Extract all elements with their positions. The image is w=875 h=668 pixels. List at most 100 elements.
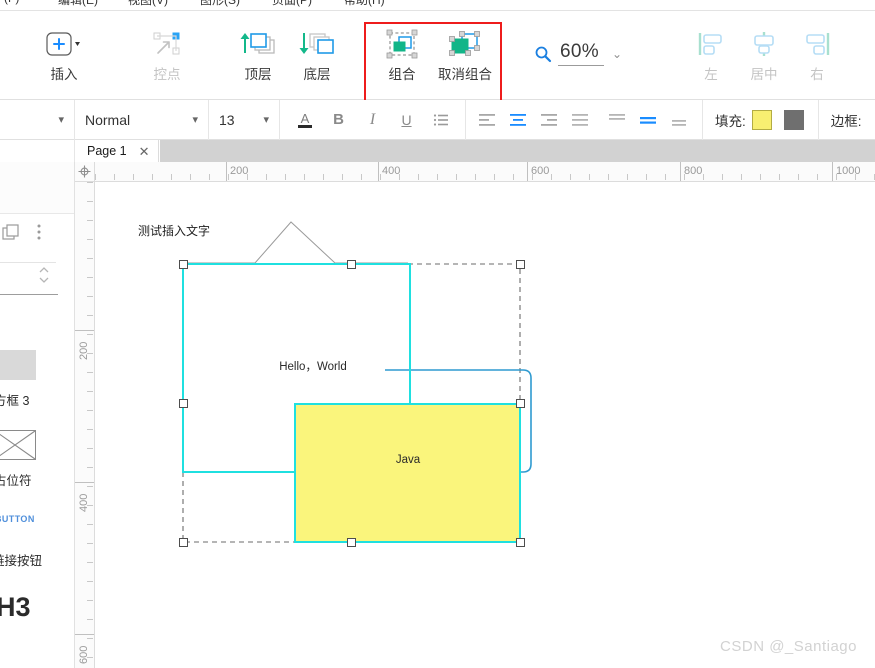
selection-handle-s[interactable] xyxy=(347,538,356,547)
text-align-left-button[interactable] xyxy=(471,100,502,140)
style-scroll-caret[interactable]: ▾ xyxy=(0,113,74,126)
text-align-center-icon xyxy=(509,113,526,126)
vertical-ruler[interactable]: 200 400 600 xyxy=(75,182,95,668)
ruler-tick xyxy=(627,174,628,180)
chevron-down-icon[interactable]: ▾ xyxy=(58,113,64,126)
ruler-tick xyxy=(87,524,93,525)
align-center-button[interactable]: 居中 xyxy=(736,23,792,83)
ruler-tick xyxy=(551,174,552,180)
bold-button[interactable]: B xyxy=(323,100,354,140)
align-center-label: 居中 xyxy=(750,67,778,82)
horizontal-ruler[interactable]: 200 400 600 800 1000 xyxy=(95,162,875,182)
line-spacing-wide-button[interactable] xyxy=(663,100,694,140)
tab-page-1[interactable]: Page 1 ✕ xyxy=(75,140,159,162)
align-left-button[interactable]: 左 xyxy=(683,23,739,83)
duplicate-icon[interactable] xyxy=(2,224,24,244)
chevron-down-icon[interactable]: ⌄ xyxy=(612,47,622,61)
text-align-center-button[interactable] xyxy=(502,100,533,140)
tab-label: Page 1 xyxy=(87,144,127,158)
selection-handle-ne[interactable] xyxy=(516,260,525,269)
selection-handle-w[interactable] xyxy=(179,399,188,408)
ruler-tick xyxy=(152,174,153,180)
close-icon[interactable]: ✕ xyxy=(139,145,150,158)
ruler-tick xyxy=(209,174,210,180)
ruler-tick xyxy=(114,174,115,180)
stepper-icon[interactable] xyxy=(38,264,50,286)
insert-button[interactable]: 插入 xyxy=(36,23,92,83)
ruler-tick xyxy=(779,174,780,180)
ruler-tick xyxy=(475,174,476,180)
ruler-tick xyxy=(228,174,229,180)
fill-color-swatch[interactable] xyxy=(751,109,772,130)
underline-button[interactable]: U xyxy=(391,100,422,140)
text-align-justify-button[interactable] xyxy=(564,100,595,140)
text-align-right-icon xyxy=(540,113,557,126)
zoom-value[interactable]: 60% xyxy=(558,41,604,66)
ruler-label: 600 xyxy=(531,165,550,177)
insert-label: 插入 xyxy=(50,67,78,82)
ruler-tick xyxy=(304,174,305,180)
selection-handle-e[interactable] xyxy=(516,399,525,408)
ruler-tick xyxy=(87,334,93,335)
ruler-tick xyxy=(608,174,609,180)
shape-thumb-link-button[interactable]: BUTTON xyxy=(0,514,35,524)
ruler-major-tick xyxy=(75,482,94,483)
text-align-right-button[interactable] xyxy=(533,100,564,140)
font-color-icon: A xyxy=(297,111,312,128)
align-right-button[interactable]: 右 xyxy=(789,23,845,83)
selection-handle-sw[interactable] xyxy=(179,538,188,547)
ruler-label: 600 xyxy=(78,645,90,664)
ruler-tick xyxy=(87,258,93,259)
menu-item-shape[interactable]: 图形(S) xyxy=(200,0,240,8)
line-spacing-double-button[interactable] xyxy=(632,100,663,140)
selection-handle-n[interactable] xyxy=(347,260,356,269)
ruler-tick xyxy=(87,467,93,468)
shape-thumb-box3[interactable] xyxy=(0,350,36,380)
line-spacing-single-button[interactable] xyxy=(601,100,632,140)
shape-name-link-button: 链接按钮 xyxy=(0,554,43,568)
shape-thumb-h3[interactable]: H3 xyxy=(0,592,31,623)
ruler-label: 1000 xyxy=(836,165,861,177)
ruler-tick xyxy=(703,174,704,180)
bulleted-list-button[interactable] xyxy=(425,100,456,140)
ruler-tick xyxy=(646,174,647,180)
ungroup-button[interactable]: 取消组合 xyxy=(432,23,498,83)
ruler-origin[interactable] xyxy=(75,162,95,182)
ruler-tick xyxy=(87,543,93,544)
bring-to-front-button[interactable]: 顶层 xyxy=(230,23,286,83)
selection-handle-se[interactable] xyxy=(516,538,525,547)
bold-icon: B xyxy=(333,111,344,128)
line-spacing-double-icon xyxy=(639,116,656,124)
shadow-color-swatch[interactable] xyxy=(780,109,804,133)
italic-button[interactable]: I xyxy=(357,100,388,140)
group-icon xyxy=(374,23,430,65)
menu-item-view[interactable]: 视图(V) xyxy=(128,0,168,8)
menu-item-page[interactable]: 页面(P) xyxy=(272,0,312,8)
ruler-tick xyxy=(342,174,343,180)
font-color-button[interactable]: A xyxy=(289,100,320,140)
yellow-rect-label[interactable]: Java xyxy=(378,454,438,466)
search-underline xyxy=(0,294,58,295)
menu-bar[interactable]: (F) 编辑(E) 视图(V) 图形(S) 页面(P) 帮助(H) xyxy=(0,0,875,10)
ruler-tick xyxy=(87,372,93,373)
ruler-tick xyxy=(437,174,438,180)
font-size-select[interactable]: 13 ▾ xyxy=(209,100,279,140)
send-to-back-button[interactable]: 底层 xyxy=(289,23,345,83)
menu-item-file[interactable]: (F) xyxy=(4,0,19,5)
group-button[interactable]: 组合 xyxy=(374,23,430,83)
paragraph-style-select[interactable]: Normal ▾ xyxy=(75,100,208,140)
more-vertical-icon[interactable] xyxy=(37,224,41,240)
selection-handle-nw[interactable] xyxy=(179,260,188,269)
ruler-tick xyxy=(95,174,96,180)
align-left-label: 左 xyxy=(704,67,718,82)
menu-item-edit[interactable]: 编辑(E) xyxy=(58,0,98,8)
control-point-button[interactable]: 控点 xyxy=(139,23,195,83)
ruler-tick xyxy=(87,391,93,392)
cyan-rect-label[interactable]: Hello，World xyxy=(263,358,363,374)
page-tab-bar: Page 1 ✕ xyxy=(0,140,875,162)
divider xyxy=(0,262,56,263)
menu-item-help[interactable]: 帮助(H) xyxy=(344,0,385,8)
drawing-canvas[interactable]: 测试插入文字 Hello，World Java CSDN @_Santiago xyxy=(95,182,875,668)
shape-thumb-placeholder[interactable] xyxy=(0,430,36,460)
zoom-control[interactable]: 60% ⌄ xyxy=(534,41,622,66)
